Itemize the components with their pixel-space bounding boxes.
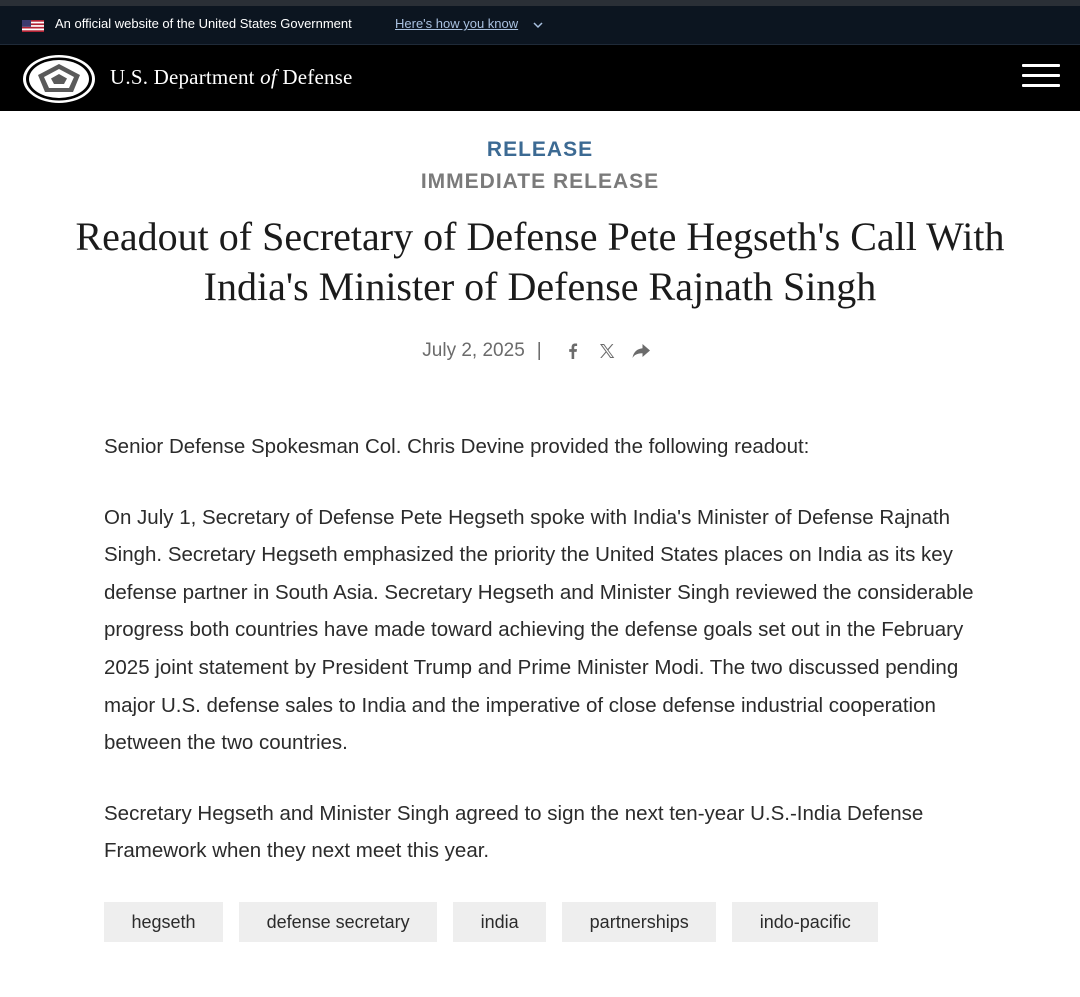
tag-hegseth[interactable]: hegseth (104, 902, 224, 942)
page-title: Readout of Secretary of Defense Pete Heg… (75, 214, 1005, 309)
tag-defense-secretary[interactable]: defense secretary (239, 902, 438, 942)
immediate-release-label: IMMEDIATE RELEASE (420, 170, 660, 193)
x-icon[interactable] (597, 341, 617, 361)
pentagon-seal-logo[interactable] (22, 54, 98, 104)
release-kicker: RELEASE (486, 138, 594, 161)
tag-india[interactable]: india (453, 902, 547, 942)
chevron-down-icon[interactable] (532, 20, 544, 30)
tag-list: hegseth defense secretary india partners… (104, 902, 879, 942)
meta-separator: | (536, 340, 542, 361)
facebook-icon[interactable] (563, 341, 583, 361)
body-paragraph: On July 1, Secretary of Defense Pete Heg… (104, 505, 974, 755)
tag-partnerships[interactable]: partnerships (562, 902, 717, 942)
us-flag-icon (22, 20, 44, 32)
body-paragraph: Secretary Hegseth and Minister Singh agr… (104, 801, 924, 863)
tag-indo-pacific[interactable]: indo-pacific (732, 902, 879, 942)
how-you-know-link[interactable]: Here's how you know (395, 16, 518, 31)
publish-date: July 2, 2025 (422, 340, 525, 361)
site-name[interactable]: U.S. Department of Defense (110, 65, 353, 90)
site-name-suffix: Defense (276, 65, 353, 89)
hamburger-menu-icon[interactable] (1022, 64, 1060, 92)
site-name-of: of (260, 65, 277, 89)
gov-banner: An official website of the United States… (0, 6, 1080, 45)
site-header: U.S. Department of Defense (0, 45, 1080, 111)
share-icon[interactable] (631, 341, 651, 361)
article-meta: July 2, 2025 | (0, 340, 1080, 362)
official-site-text: An official website of the United States… (55, 16, 352, 31)
site-name-prefix: U.S. Department (110, 65, 261, 89)
body-paragraph: Senior Defense Spokesman Col. Chris Devi… (104, 435, 810, 458)
article-body: Senior Defense Spokesman Col. Chris Devi… (104, 428, 984, 903)
